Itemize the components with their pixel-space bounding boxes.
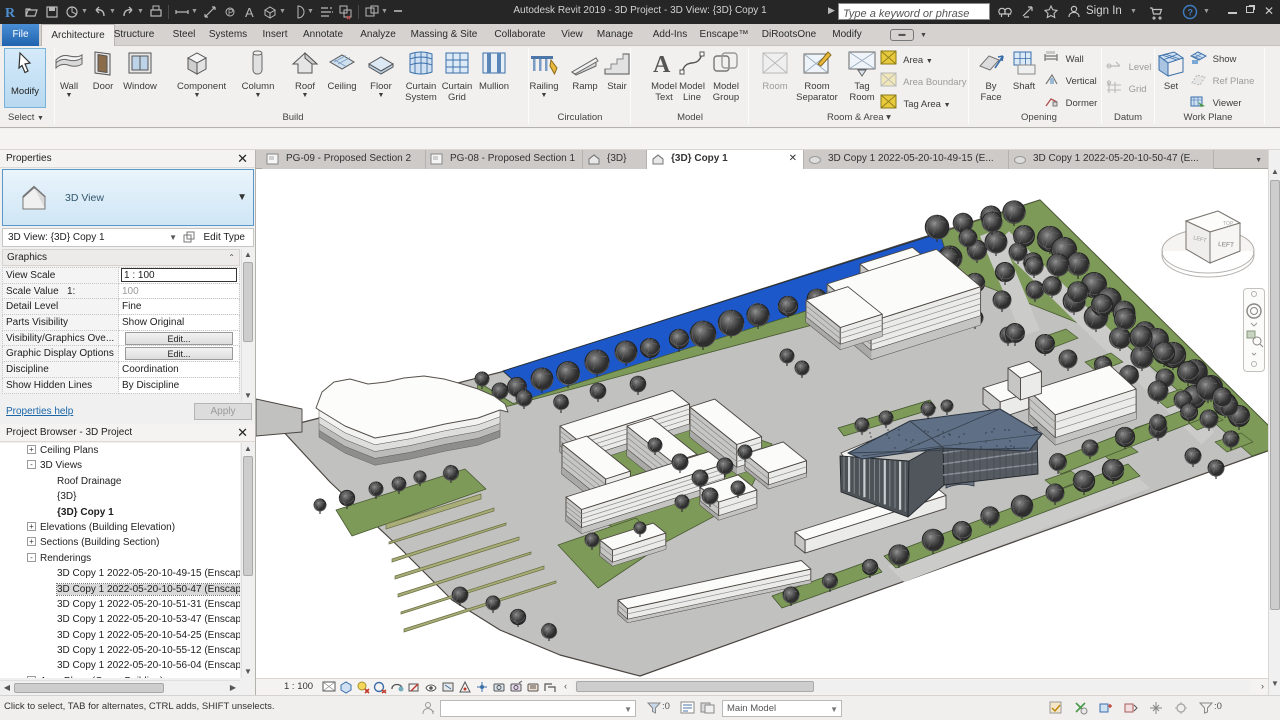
svg-text:LEFT: LEFT — [1218, 241, 1234, 249]
svg-text:TOP: TOP — [1223, 221, 1234, 227]
svg-text:?: ? — [1188, 8, 1194, 18]
svg-text:A: A — [653, 52, 671, 78]
